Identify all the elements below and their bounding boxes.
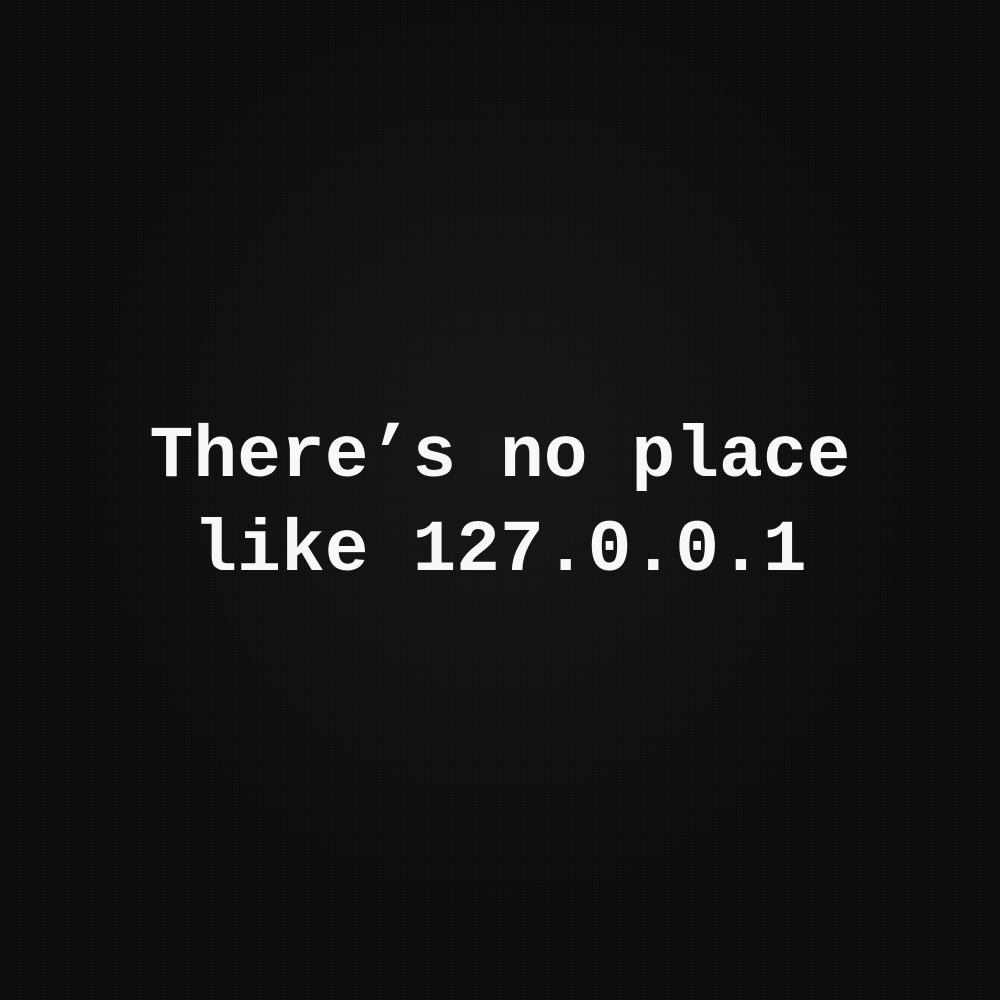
shirt-fabric-background: { "print": { "line1": "There’s no place"… (0, 0, 1000, 1000)
print-line-2: like 127.0.0.1 (193, 509, 807, 592)
print-line-1: There’s no place (149, 415, 851, 498)
shirt-print-text: There’s no place like 127.0.0.1 (0, 410, 1000, 598)
